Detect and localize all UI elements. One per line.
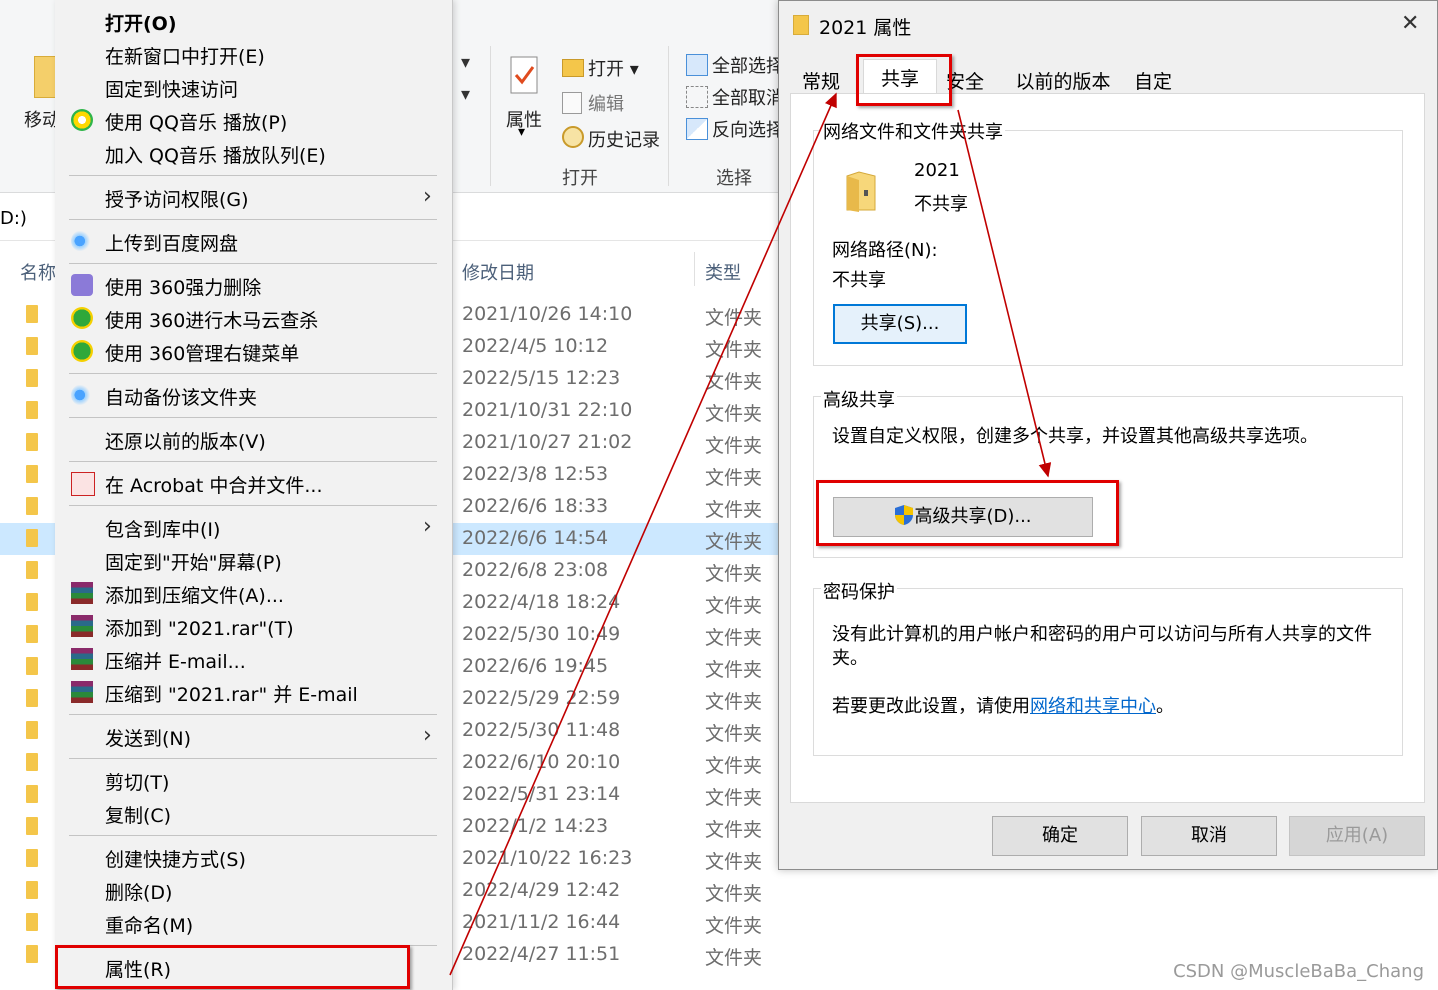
annotation-arrows (449, 92, 1052, 976)
arrow-properties-to-tab (449, 92, 837, 976)
arrow-tab-to-advanced (957, 109, 1052, 478)
watermark: CSDN @MuscleBaBa_Chang (1173, 961, 1424, 982)
